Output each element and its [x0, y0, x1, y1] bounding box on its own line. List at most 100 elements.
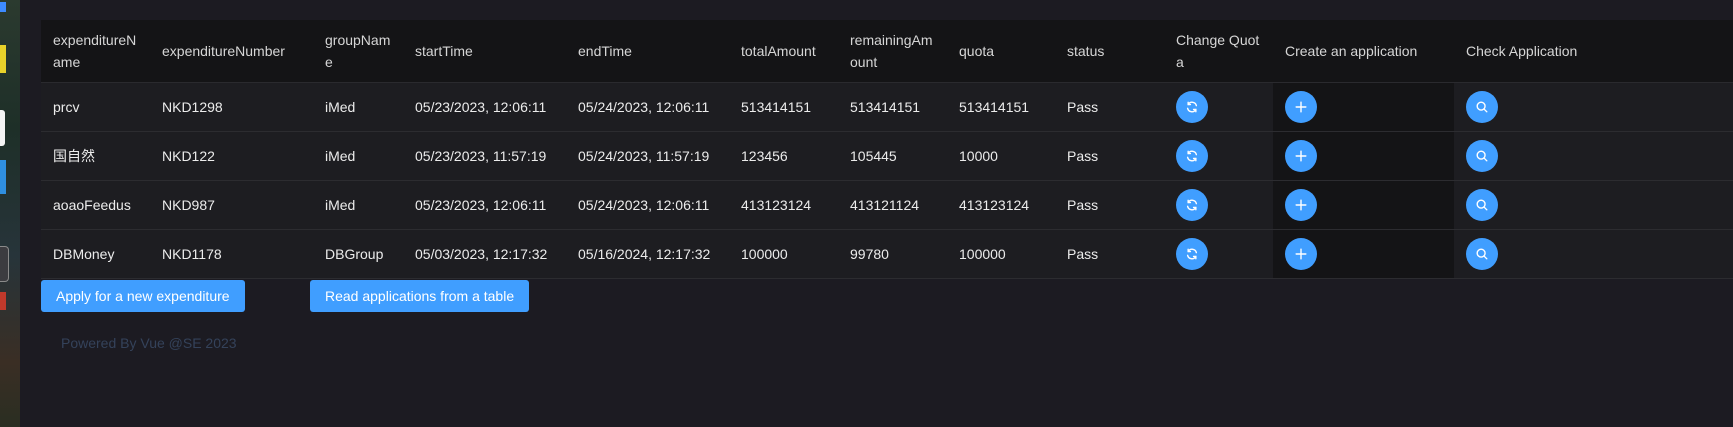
header-status: status — [1055, 20, 1164, 83]
action-cell — [1273, 131, 1454, 181]
action-cell — [1164, 180, 1273, 230]
cell-total-amount: 513414151 — [729, 82, 838, 132]
cell-quota: 413123124 — [947, 180, 1055, 230]
cell-expenditure-name: DBMoney — [41, 229, 150, 279]
refresh-icon — [1185, 149, 1199, 163]
refresh-icon — [1185, 247, 1199, 261]
create-application-button[interactable] — [1285, 91, 1317, 123]
apply-new-expenditure-button[interactable]: Apply for a new expenditure — [41, 280, 245, 312]
create-application-button[interactable] — [1285, 140, 1317, 172]
read-applications-button[interactable]: Read applications from a table — [310, 280, 530, 312]
cell-remaining-amount: 413121124 — [838, 180, 947, 230]
cell-expenditure-number: NKD987 — [150, 180, 313, 230]
header-start-time: startTime — [403, 20, 566, 83]
cell-remaining-amount: 513414151 — [838, 82, 947, 132]
cell-quota: 10000 — [947, 131, 1055, 181]
cell-group-name: iMed — [313, 82, 403, 132]
plus-icon — [1294, 100, 1308, 114]
table-row: aoaoFeedus NKD987 iMed 05/23/2023, 12:06:11… — [41, 180, 1733, 230]
header-expenditure-name: expenditureName — [41, 20, 150, 83]
expenditure-table: expenditureName expenditureNumber groupN… — [41, 20, 1733, 279]
change-quota-button[interactable] — [1176, 140, 1208, 172]
header-remaining-amount: remainingAmount — [838, 20, 947, 83]
action-cell — [1273, 82, 1454, 132]
cell-quota: 513414151 — [947, 82, 1055, 132]
header-create-application: Create an application — [1273, 20, 1454, 83]
header-end-time: endTime — [566, 20, 729, 83]
action-cell — [1454, 131, 1733, 181]
cell-status: Pass — [1055, 180, 1164, 230]
header-expenditure-number: expenditureNumber — [150, 20, 313, 83]
search-icon — [1475, 198, 1489, 212]
header-total-amount: totalAmount — [729, 20, 838, 83]
cell-end-time: 05/16/2024, 12:17:32 — [566, 229, 729, 279]
cell-quota: 100000 — [947, 229, 1055, 279]
cell-expenditure-name: aoaoFeedus — [41, 180, 150, 230]
table-row: DBMoney NKD1178 DBGroup 05/03/2023, 12:17:3… — [41, 229, 1733, 279]
main-content: expenditureName expenditureNumber groupN… — [20, 0, 1733, 427]
search-icon — [1475, 149, 1489, 163]
desktop-window-fragment — [0, 110, 5, 146]
footer-text: Powered By Vue @SE 2023 — [61, 335, 237, 351]
desktop-edge — [0, 0, 20, 427]
cell-group-name: iMed — [313, 131, 403, 181]
header-group-name: groupName — [313, 20, 403, 83]
action-cell — [1454, 229, 1733, 279]
change-quota-button[interactable] — [1176, 189, 1208, 221]
cell-start-time: 05/03/2023, 12:17:32 — [403, 229, 566, 279]
desktop-icon-fragment — [0, 292, 6, 310]
check-application-button[interactable] — [1466, 140, 1498, 172]
cell-start-time: 05/23/2023, 12:06:11 — [403, 180, 566, 230]
cell-total-amount: 100000 — [729, 229, 838, 279]
action-cell — [1164, 82, 1273, 132]
cell-status: Pass — [1055, 131, 1164, 181]
cell-status: Pass — [1055, 82, 1164, 132]
create-application-button[interactable] — [1285, 189, 1317, 221]
cell-end-time: 05/24/2023, 12:06:11 — [566, 180, 729, 230]
refresh-icon — [1185, 198, 1199, 212]
header-change-quota: Change Quota — [1164, 20, 1273, 83]
search-icon — [1475, 100, 1489, 114]
action-cell — [1273, 180, 1454, 230]
table-row: prcv NKD1298 iMed 05/23/2023, 12:06:11 05/24… — [41, 82, 1733, 132]
change-quota-button[interactable] — [1176, 91, 1208, 123]
action-cell — [1454, 82, 1733, 132]
cell-expenditure-number: NKD1178 — [150, 229, 313, 279]
cell-start-time: 05/23/2023, 12:06:11 — [403, 82, 566, 132]
plus-icon — [1294, 149, 1308, 163]
action-cell — [1454, 180, 1733, 230]
change-quota-button[interactable] — [1176, 238, 1208, 270]
cell-status: Pass — [1055, 229, 1164, 279]
cell-group-name: DBGroup — [313, 229, 403, 279]
action-cell — [1164, 229, 1273, 279]
table-row: 国自然 NKD122 iMed 05/23/2023, 11:57:19 05/24/2… — [41, 131, 1733, 181]
cell-group-name: iMed — [313, 180, 403, 230]
cell-expenditure-number: NKD122 — [150, 131, 313, 181]
cell-total-amount: 123456 — [729, 131, 838, 181]
search-icon — [1475, 247, 1489, 261]
cell-end-time: 05/24/2023, 12:06:11 — [566, 82, 729, 132]
action-cell — [1164, 131, 1273, 181]
header-quota: quota — [947, 20, 1055, 83]
header-check-application: Check Application — [1454, 20, 1733, 83]
cell-expenditure-name: prcv — [41, 82, 150, 132]
cell-end-time: 05/24/2023, 11:57:19 — [566, 131, 729, 181]
cell-remaining-amount: 99780 — [838, 229, 947, 279]
cell-total-amount: 413123124 — [729, 180, 838, 230]
desktop-icon-fragment — [0, 45, 6, 73]
check-application-button[interactable] — [1466, 238, 1498, 270]
create-application-button[interactable] — [1285, 238, 1317, 270]
check-application-button[interactable] — [1466, 91, 1498, 123]
table-header-row: expenditureName expenditureNumber groupN… — [41, 20, 1733, 83]
desktop-icon-fragment — [0, 160, 6, 194]
plus-icon — [1294, 247, 1308, 261]
cell-expenditure-number: NKD1298 — [150, 82, 313, 132]
cell-expenditure-name: 国自然 — [41, 131, 150, 181]
refresh-icon — [1185, 100, 1199, 114]
action-cell — [1273, 229, 1454, 279]
cell-remaining-amount: 105445 — [838, 131, 947, 181]
desktop-button-fragment — [0, 246, 9, 282]
check-application-button[interactable] — [1466, 189, 1498, 221]
desktop-icon-fragment — [0, 2, 6, 12]
plus-icon — [1294, 198, 1308, 212]
